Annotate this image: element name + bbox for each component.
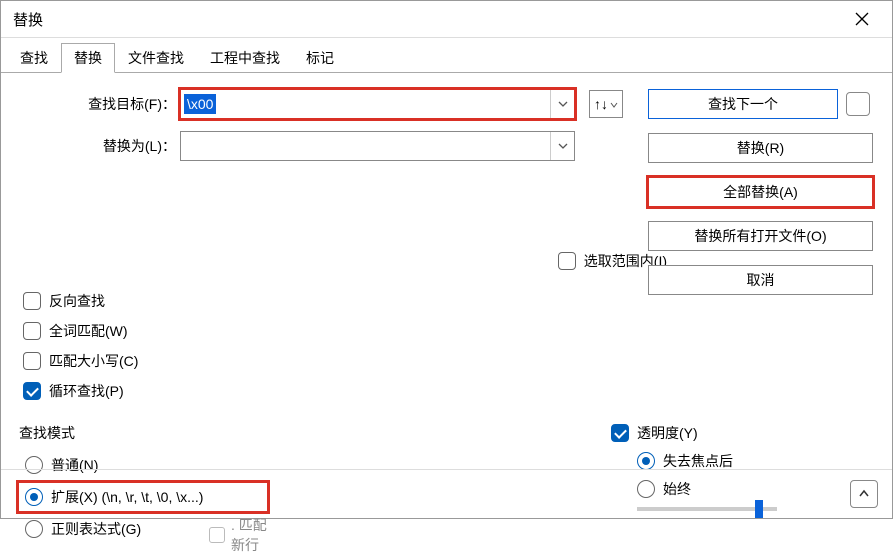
mode-regex-radio[interactable] (25, 520, 43, 538)
mode-extended-radio[interactable] (25, 488, 43, 506)
action-buttons: 查找下一个 替换(R) 全部替换(A) 替换所有打开文件(O) 取消 (648, 89, 878, 295)
wrap-option[interactable]: 循环查找(P) (23, 381, 138, 401)
replace-input-container (180, 131, 575, 161)
replace-dropdown[interactable] (550, 132, 574, 160)
transparency-always-radio[interactable] (637, 480, 655, 498)
close-button[interactable] (842, 7, 882, 31)
replace-label: 替换为(L)： (15, 136, 180, 156)
mode-normal-radio[interactable] (25, 456, 43, 474)
dialog-title: 替换 (13, 9, 43, 30)
find-next-aux[interactable] (846, 92, 870, 116)
match-case-checkbox[interactable] (23, 352, 41, 370)
tab-find[interactable]: 查找 (7, 43, 61, 73)
transparency-always[interactable]: 始终 (637, 479, 777, 499)
collapse-button[interactable] (850, 480, 878, 508)
tab-find-in-project[interactable]: 工程中查找 (197, 43, 293, 73)
backward-option[interactable]: 反向查找 (23, 291, 138, 311)
find-next-button[interactable]: 查找下一个 (648, 89, 838, 119)
mode-normal[interactable]: 普通(N) (19, 451, 267, 479)
search-mode-group: 查找模式 普通(N) 扩展(X) (\n, \r, \t, \0, \x...)… (19, 423, 267, 547)
transparency-on-blur-radio[interactable] (637, 452, 655, 470)
find-input-container: \x00 (180, 89, 575, 119)
chevron-down-icon (557, 140, 569, 152)
transparency-checkbox[interactable] (611, 424, 629, 442)
backward-checkbox[interactable] (23, 292, 41, 310)
transparency-group: 透明度(Y) 失去焦点后 始终 (611, 423, 777, 511)
close-icon (855, 12, 869, 26)
match-case-option[interactable]: 匹配大小写(C) (23, 351, 138, 371)
whole-word-option[interactable]: 全词匹配(W) (23, 321, 138, 341)
tab-bar: 查找 替换 文件查找 工程中查找 标记 (1, 38, 892, 73)
search-options: 反向查找 全词匹配(W) 匹配大小写(C) 循环查找(P) (23, 291, 138, 401)
tab-replace[interactable]: 替换 (61, 43, 115, 73)
swap-button[interactable]: ↑↓ (589, 90, 623, 118)
slider-thumb[interactable] (755, 500, 763, 518)
transparency-on-blur[interactable]: 失去焦点后 (637, 451, 777, 471)
dot-newline-checkbox (209, 527, 225, 543)
swap-icon: ↑↓ (594, 96, 608, 112)
replace-input[interactable] (181, 132, 550, 160)
transparency-toggle[interactable]: 透明度(Y) (611, 423, 777, 443)
replace-all-button[interactable]: 全部替换(A) (648, 177, 873, 207)
replace-dialog: 替换 查找 替换 文件查找 工程中查找 标记 查找目标(F)： \x00 ↑↓ (0, 0, 893, 519)
search-mode-title: 查找模式 (19, 423, 267, 443)
tab-mark[interactable]: 标记 (293, 43, 347, 73)
tab-find-in-files[interactable]: 文件查找 (115, 43, 197, 73)
chevron-down-icon (557, 98, 569, 110)
replace-button[interactable]: 替换(R) (648, 133, 873, 163)
replace-all-open-button[interactable]: 替换所有打开文件(O) (648, 221, 873, 251)
cancel-button[interactable]: 取消 (648, 265, 873, 295)
mode-extended[interactable]: 扩展(X) (\n, \r, \t, \0, \x...) (19, 483, 267, 511)
titlebar: 替换 (1, 1, 892, 38)
whole-word-checkbox[interactable] (23, 322, 41, 340)
transparency-slider[interactable] (637, 507, 777, 511)
find-dropdown[interactable] (550, 90, 574, 118)
dialog-content: 查找目标(F)： \x00 ↑↓ 替换为(L)： (1, 73, 892, 518)
wrap-checkbox[interactable] (23, 382, 41, 400)
dot-newline-option: . 匹配新行 (209, 515, 267, 555)
find-input[interactable]: \x00 (184, 94, 216, 114)
find-label: 查找目标(F)： (15, 94, 180, 114)
divider (1, 469, 892, 470)
chevron-up-icon (858, 488, 870, 500)
in-selection-checkbox[interactable] (558, 252, 576, 270)
